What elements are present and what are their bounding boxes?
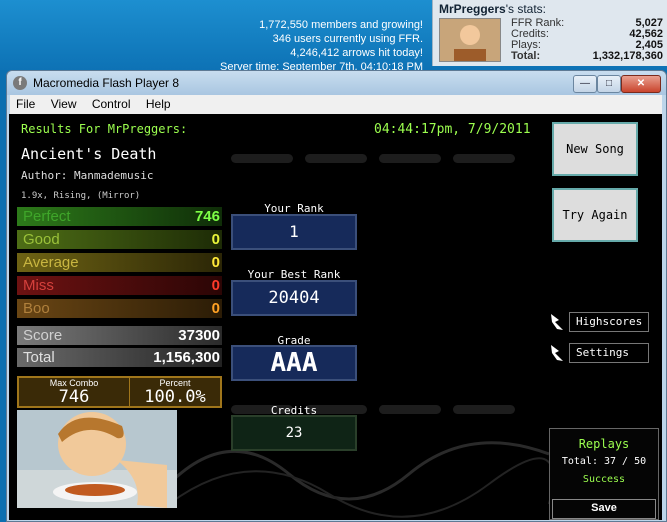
menu-help[interactable]: Help — [140, 95, 177, 113]
song-title: Ancient's Death — [21, 145, 157, 163]
arrow-figure-icon — [551, 345, 563, 361]
stats-username[interactable]: MrPreggers — [439, 2, 506, 16]
your-rank-value: 1 — [231, 214, 357, 250]
replays-panel: Replays Total: 37 / 50 Success Save — [549, 428, 659, 520]
lane-decoration — [453, 154, 515, 163]
lane-decoration — [453, 405, 515, 414]
song-modifiers: 1.9x, Rising, (Mirror) — [21, 191, 141, 201]
lane-decoration — [231, 154, 293, 163]
judge-good: Good 0 — [17, 230, 222, 249]
stat-total: Total: 1,332,178,360 — [511, 50, 663, 62]
score-row: Score 37300 — [17, 326, 222, 345]
percent-cell: Percent 100.0% — [130, 378, 220, 406]
menu-file[interactable]: File — [10, 95, 41, 113]
try-again-button[interactable]: Try Again — [552, 188, 638, 242]
character-illustration — [17, 410, 177, 508]
replays-title: Replays — [578, 437, 630, 451]
flash-app-icon: f — [13, 76, 27, 90]
credits-value: 23 — [231, 415, 357, 451]
lane-decoration — [379, 405, 441, 414]
lane-decoration — [379, 154, 441, 163]
result-timestamp: 04:44:17pm, 7/9/2011 — [374, 122, 531, 137]
stats-suffix: 's stats: — [505, 2, 547, 16]
users-line: 346 users currently using FFR. — [272, 33, 423, 45]
maximize-button[interactable]: □ — [597, 75, 621, 93]
wave-decoration — [169, 441, 549, 518]
menu-control[interactable]: Control — [86, 95, 137, 113]
stats-title: MrPreggers's stats: — [439, 2, 546, 16]
combo-percent-box: Max Combo 746 Percent 100.0% — [17, 376, 222, 408]
lane-decoration — [305, 154, 367, 163]
percent-value: 100.0% — [144, 387, 206, 407]
new-song-button[interactable]: New Song — [552, 122, 638, 176]
results-header: Results For MrPreggers: — [21, 122, 188, 136]
game-stage: Results For MrPreggers: 04:44:17pm, 7/9/… — [9, 114, 662, 520]
judge-miss: Miss 0 — [17, 276, 222, 295]
user-stats-panel: MrPreggers's stats: FFR Rank: 5,027 Credi… — [432, 0, 667, 66]
judge-average: Average 0 — [17, 253, 222, 272]
highscores-link[interactable]: Highscores — [547, 312, 652, 332]
max-combo-value: 746 — [58, 387, 90, 407]
stats-table: FFR Rank: 5,027 Credits: 42,562 Plays: 2,40… — [511, 18, 663, 62]
settings-link[interactable]: Settings — [547, 343, 652, 363]
site-stats-text: 1,772,550 members and growing! 346 users… — [220, 18, 423, 74]
total-row: Total 1,156,300 — [17, 348, 222, 367]
user-avatar — [439, 18, 501, 62]
replays-total: Total: 37 / 50 — [561, 456, 647, 467]
judge-perfect: Perfect 746 — [17, 207, 222, 226]
replays-status: Success — [582, 474, 626, 485]
grade-value: AAA — [231, 345, 357, 381]
menu-view[interactable]: View — [45, 95, 83, 113]
menu-bar: File View Control Help — [10, 95, 662, 114]
arrow-figure-icon — [551, 314, 563, 330]
arrows-line: 4,246,412 arrows hit today! — [290, 47, 423, 59]
members-line: 1,772,550 members and growing! — [259, 19, 423, 31]
song-author: Author: Manmademusic — [21, 169, 154, 182]
close-button[interactable]: ✕ — [621, 75, 661, 93]
max-combo-cell: Max Combo 746 — [19, 378, 130, 406]
best-rank-value: 20404 — [231, 280, 357, 316]
save-replay-button[interactable]: Save — [552, 499, 656, 519]
minimize-button[interactable]: — — [573, 75, 597, 93]
window-titlebar[interactable]: f Macromedia Flash Player 8 — □ ✕ — [7, 71, 666, 95]
window-title: Macromedia Flash Player 8 — [33, 76, 180, 90]
judge-boo: Boo 0 — [17, 299, 222, 318]
